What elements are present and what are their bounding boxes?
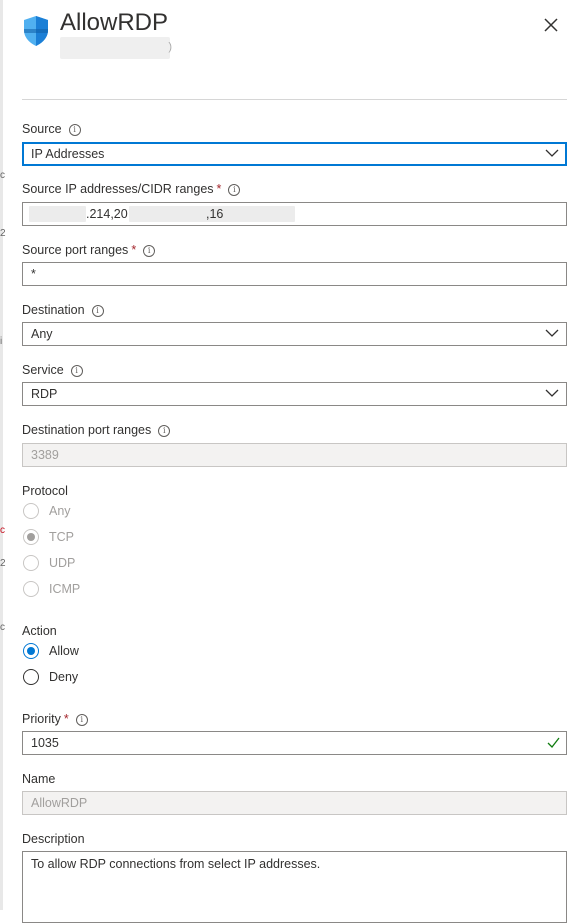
source-label-text: Source <box>22 122 62 136</box>
radio-circle <box>23 503 39 519</box>
info-icon[interactable]: i <box>228 184 241 196</box>
radio-label: Deny <box>49 670 79 684</box>
header-divider <box>22 99 567 100</box>
source-ip-input[interactable]: .214,20 ,16 <box>22 202 567 226</box>
destination-dropdown[interactable]: Any <box>22 322 567 346</box>
priority-label-text: Priority <box>22 712 61 726</box>
radio-circle <box>23 643 39 659</box>
radio-label: TCP <box>49 530 74 544</box>
destination-label-text: Destination <box>22 303 85 317</box>
edge-char: 2 <box>0 228 6 239</box>
edge-char: c <box>0 525 5 536</box>
info-icon[interactable]: i <box>143 245 156 257</box>
priority-label: Priority * i <box>22 712 88 726</box>
source-ip-label-text: Source IP addresses/CIDR ranges <box>22 182 214 196</box>
dest-port-label-text: Destination port ranges <box>22 423 152 437</box>
source-ip-fragment: .214,20 <box>86 207 128 221</box>
service-dropdown[interactable]: RDP <box>22 382 567 406</box>
redacted-ip <box>29 206 86 222</box>
edge-char: c <box>0 622 5 633</box>
dest-port-input: 3389 <box>22 443 567 467</box>
source-ip-label: Source IP addresses/CIDR ranges * i <box>22 182 241 196</box>
radio-label: UDP <box>49 556 76 570</box>
source-port-label-text: Source port ranges <box>22 243 129 257</box>
dest-port-label: Destination port ranges i <box>22 423 171 437</box>
dest-port-value: 3389 <box>31 448 59 462</box>
required-marker: * <box>216 182 222 196</box>
chevron-down-icon <box>545 329 559 337</box>
subtitle-tail: ) <box>168 41 172 53</box>
protocol-radio-udp[interactable]: UDP <box>22 554 222 574</box>
info-icon[interactable]: i <box>68 124 81 136</box>
radio-circle <box>23 669 39 685</box>
source-port-input[interactable]: * <box>22 262 567 286</box>
info-icon[interactable]: i <box>158 425 171 437</box>
chevron-down-icon <box>545 389 559 397</box>
radio-label: Allow <box>49 644 79 658</box>
destination-label: Destination i <box>22 303 104 317</box>
checkmark-icon <box>547 737 560 748</box>
source-value: IP Addresses <box>31 147 105 161</box>
protocol-radio-icmp[interactable]: ICMP <box>22 580 222 600</box>
radio-label: Any <box>49 504 71 518</box>
service-value: RDP <box>31 387 58 401</box>
info-icon[interactable]: i <box>91 305 104 317</box>
service-label-text: Service <box>22 363 64 377</box>
required-marker: * <box>131 243 137 257</box>
page-title: AllowRDP <box>60 9 169 36</box>
source-label: Source i <box>22 122 81 136</box>
action-radio-deny[interactable]: Deny <box>22 668 222 688</box>
priority-value: 1035 <box>31 736 59 750</box>
name-label: Name <box>22 772 56 786</box>
redacted-subtitle: ) <box>60 37 172 59</box>
description-label: Description <box>22 832 85 846</box>
action-radio-allow[interactable]: Allow <box>22 642 222 662</box>
edge-char: c <box>0 170 5 181</box>
description-textarea[interactable]: To allow RDP connections from select IP … <box>22 851 567 923</box>
panel-left-edge <box>0 0 3 910</box>
action-label: Action <box>22 624 57 638</box>
source-port-label: Source port ranges * i <box>22 243 156 257</box>
source-port-value: * <box>31 267 36 281</box>
protocol-radio-any[interactable]: Any <box>22 502 222 522</box>
info-icon[interactable]: i <box>70 365 83 377</box>
description-value: To allow RDP connections from select IP … <box>31 857 321 871</box>
destination-value: Any <box>31 327 53 341</box>
name-value: AllowRDP <box>31 796 88 810</box>
service-label: Service i <box>22 363 83 377</box>
protocol-label: Protocol <box>22 484 68 498</box>
radio-circle <box>23 529 39 545</box>
panel-header: AllowRDP ) <box>22 9 568 62</box>
info-icon[interactable]: i <box>75 714 88 726</box>
protocol-radio-tcp[interactable]: TCP <box>22 528 222 548</box>
edge-char: i <box>0 336 3 347</box>
source-ip-fragment: ,16 <box>206 207 224 221</box>
close-icon[interactable] <box>540 14 562 36</box>
redacted-ip <box>223 206 295 222</box>
shield-icon <box>24 16 48 46</box>
radio-circle <box>23 581 39 597</box>
name-input: AllowRDP <box>22 791 567 815</box>
radio-circle <box>23 555 39 571</box>
edge-char: 2 <box>0 558 6 569</box>
source-dropdown[interactable]: IP Addresses <box>22 142 567 166</box>
required-marker: * <box>63 712 69 726</box>
radio-label: ICMP <box>49 582 81 596</box>
chevron-down-icon <box>545 149 559 157</box>
priority-input[interactable]: 1035 <box>22 731 567 755</box>
